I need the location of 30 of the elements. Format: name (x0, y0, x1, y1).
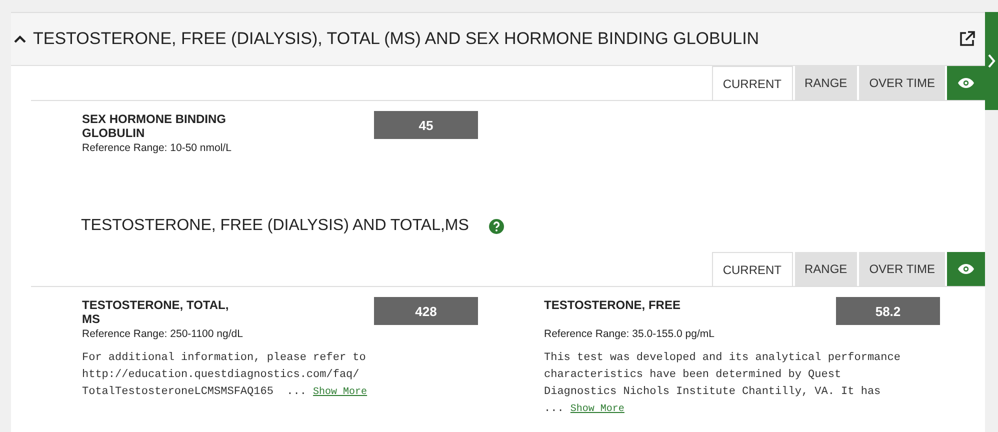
reference-range: Reference Range: 10-50 nmol/L (82, 142, 232, 154)
test-note: For additional information, please refer to http://education.questdiagnostics.com/faq/ TotalTestosteroneLCMSMSFAQ165 ... Show More (82, 351, 368, 400)
test-name: TESTOSTERONE, TOTAL, MS (82, 298, 229, 325)
eye-icon (958, 264, 974, 274)
show-more-link[interactable]: Show More (570, 404, 624, 415)
result-value: 58.2 (836, 297, 940, 325)
chevron-icon (988, 54, 996, 68)
view-tab[interactable]: OVER TIME (859, 252, 945, 286)
result-value: 45 (374, 111, 478, 139)
view-tab[interactable]: RANGE (794, 66, 858, 100)
reference-range: Reference Range: 35.0-155.0 pg/mL (544, 328, 716, 340)
view-tab[interactable]: CURRENT (712, 66, 793, 100)
help-icon[interactable] (488, 218, 504, 234)
side-panel-tab[interactable] (985, 12, 998, 110)
visibility-button[interactable] (947, 252, 985, 286)
visibility-button[interactable] (947, 66, 985, 100)
show-more-link[interactable]: Show More (313, 387, 368, 398)
test-name: SEX HORMONE BINDING GLOBULIN (82, 112, 226, 139)
panel-title: TESTOSTERONE, FREE (DIALYSIS), TOTAL (MS) AND SEX HORMONE BINDING GLOBULIN (33, 29, 760, 49)
eye-icon (958, 78, 974, 88)
view-tab[interactable]: RANGE (794, 252, 858, 286)
view-tab[interactable]: CURRENT (712, 252, 793, 286)
view-tab[interactable]: OVER TIME (859, 66, 945, 100)
result-value: 428 (374, 297, 478, 325)
test-note: This test was developed and its analytical performance characteristics have been determined by Quest Diagnostics Nichols Institute Chantilly, VA. It has ... Show More (544, 351, 902, 417)
reference-range: Reference Range: 250-1100 ng/dL (82, 328, 244, 340)
caret-icon[interactable] (13, 34, 27, 44)
section-title: TESTOSTERONE, FREE (DIALYSIS) AND TOTAL,MS (81, 217, 469, 235)
test-name: TESTOSTERONE, FREE (544, 298, 680, 314)
external-link-icon[interactable] (959, 31, 975, 47)
